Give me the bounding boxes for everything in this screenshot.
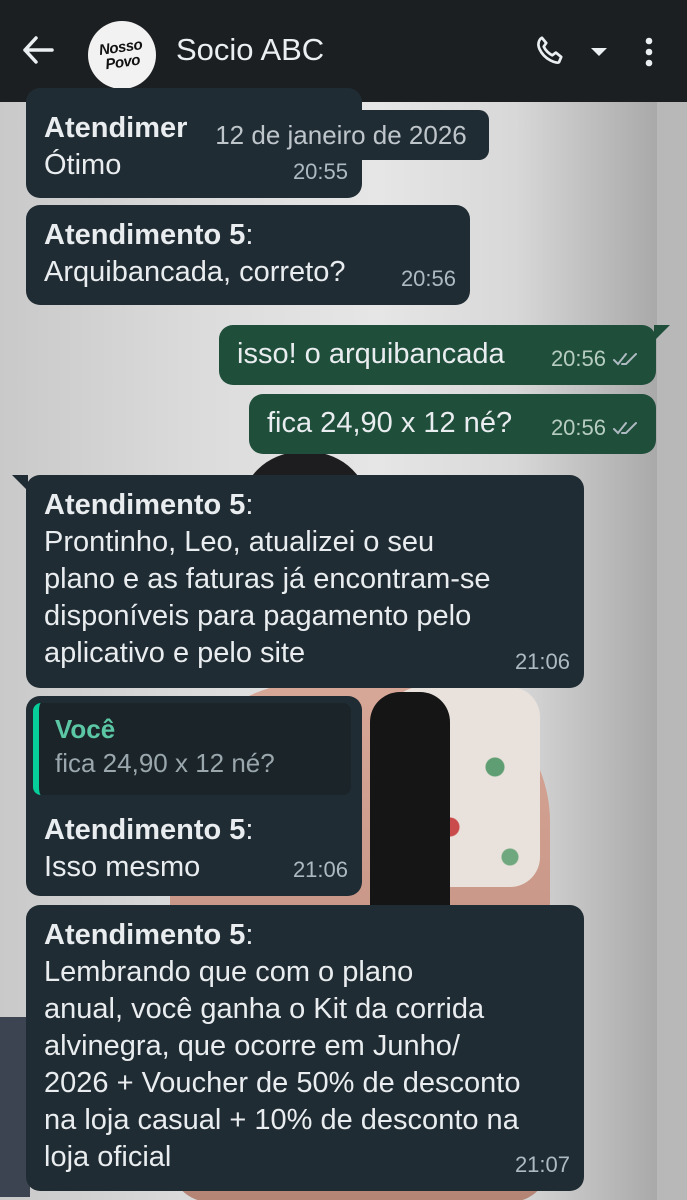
message-time: 20:56 (550, 415, 606, 440)
more-options-button[interactable] (634, 30, 664, 74)
date-separator: 12 de janeiro de 2026 (193, 110, 489, 160)
avatar-logo-line2: Povo (104, 51, 142, 74)
message-text: Arquibancada, correto? (44, 256, 346, 288)
message-text-line: aplicativo e pelo site (44, 637, 306, 669)
phone-icon (537, 36, 563, 64)
message-text-line: Lembrando que com o plano (44, 956, 414, 988)
message-text-line: plano e as faturas já encontram-se (44, 563, 491, 595)
call-button[interactable] (532, 30, 610, 74)
double-check-icon (613, 421, 637, 434)
message-text-line: na loja casual + 10% de desconto na (44, 1104, 519, 1136)
chevron-down-icon (591, 48, 607, 56)
message-time: 21:07 (514, 1152, 570, 1177)
message-time: 20:56 (550, 346, 606, 371)
sender-name: Atendimento 5 (44, 219, 246, 251)
sender-name: Atendimento 5 (44, 919, 246, 951)
quoted-message[interactable]: Você fica 24,90 x 12 né? (33, 703, 351, 795)
avatar[interactable]: Nosso Povo (88, 21, 156, 89)
message-bubble-outgoing[interactable]: fica 24,90 x 12 né? 20:56 (249, 394, 656, 454)
back-button[interactable] (18, 30, 58, 70)
sender-name: Atendimer (44, 112, 188, 144)
message-bubble-incoming[interactable]: Atendimento 5: Arquibancada, correto? 20… (26, 205, 470, 305)
message-text-line: disponíveis para pagamento pelo (44, 600, 472, 632)
message-text-line: loja oficial (44, 1141, 172, 1173)
sender-name: Atendimento 5 (44, 814, 246, 846)
message-text-line: Prontinho, Leo, atualizei o seu (44, 526, 435, 558)
message-text-line: alvinegra, que ocorre em Junho/ (44, 1030, 460, 1062)
message-time: 21:06 (292, 857, 348, 882)
message-bubble-incoming[interactable]: Atendimento 5: Prontinho, Leo, atualizei… (12, 475, 584, 688)
message-text-line: anual, você ganha o Kit da corrida (44, 993, 485, 1025)
chat-header: Nosso Povo Socio ABC (0, 0, 687, 102)
message-bubble-outgoing[interactable]: isso! o arquibancada 20:56 (219, 325, 670, 385)
double-check-icon (613, 352, 637, 365)
message-bubble-incoming[interactable]: Atendimento 5: Lembrando que com o plano… (26, 905, 584, 1191)
message-text-line: 2026 + Voucher de 50% de desconto (44, 1067, 521, 1099)
more-vertical-icon (645, 37, 653, 67)
message-time: 20:56 (400, 266, 456, 291)
quoted-sender: Você (55, 714, 116, 744)
chat-title[interactable]: Socio ABC (176, 32, 324, 68)
arrow-left-icon (23, 36, 54, 64)
sender-name: Atendimento 5 (44, 489, 246, 521)
message-time: 21:06 (514, 649, 570, 674)
quoted-text: fica 24,90 x 12 né? (55, 748, 275, 778)
